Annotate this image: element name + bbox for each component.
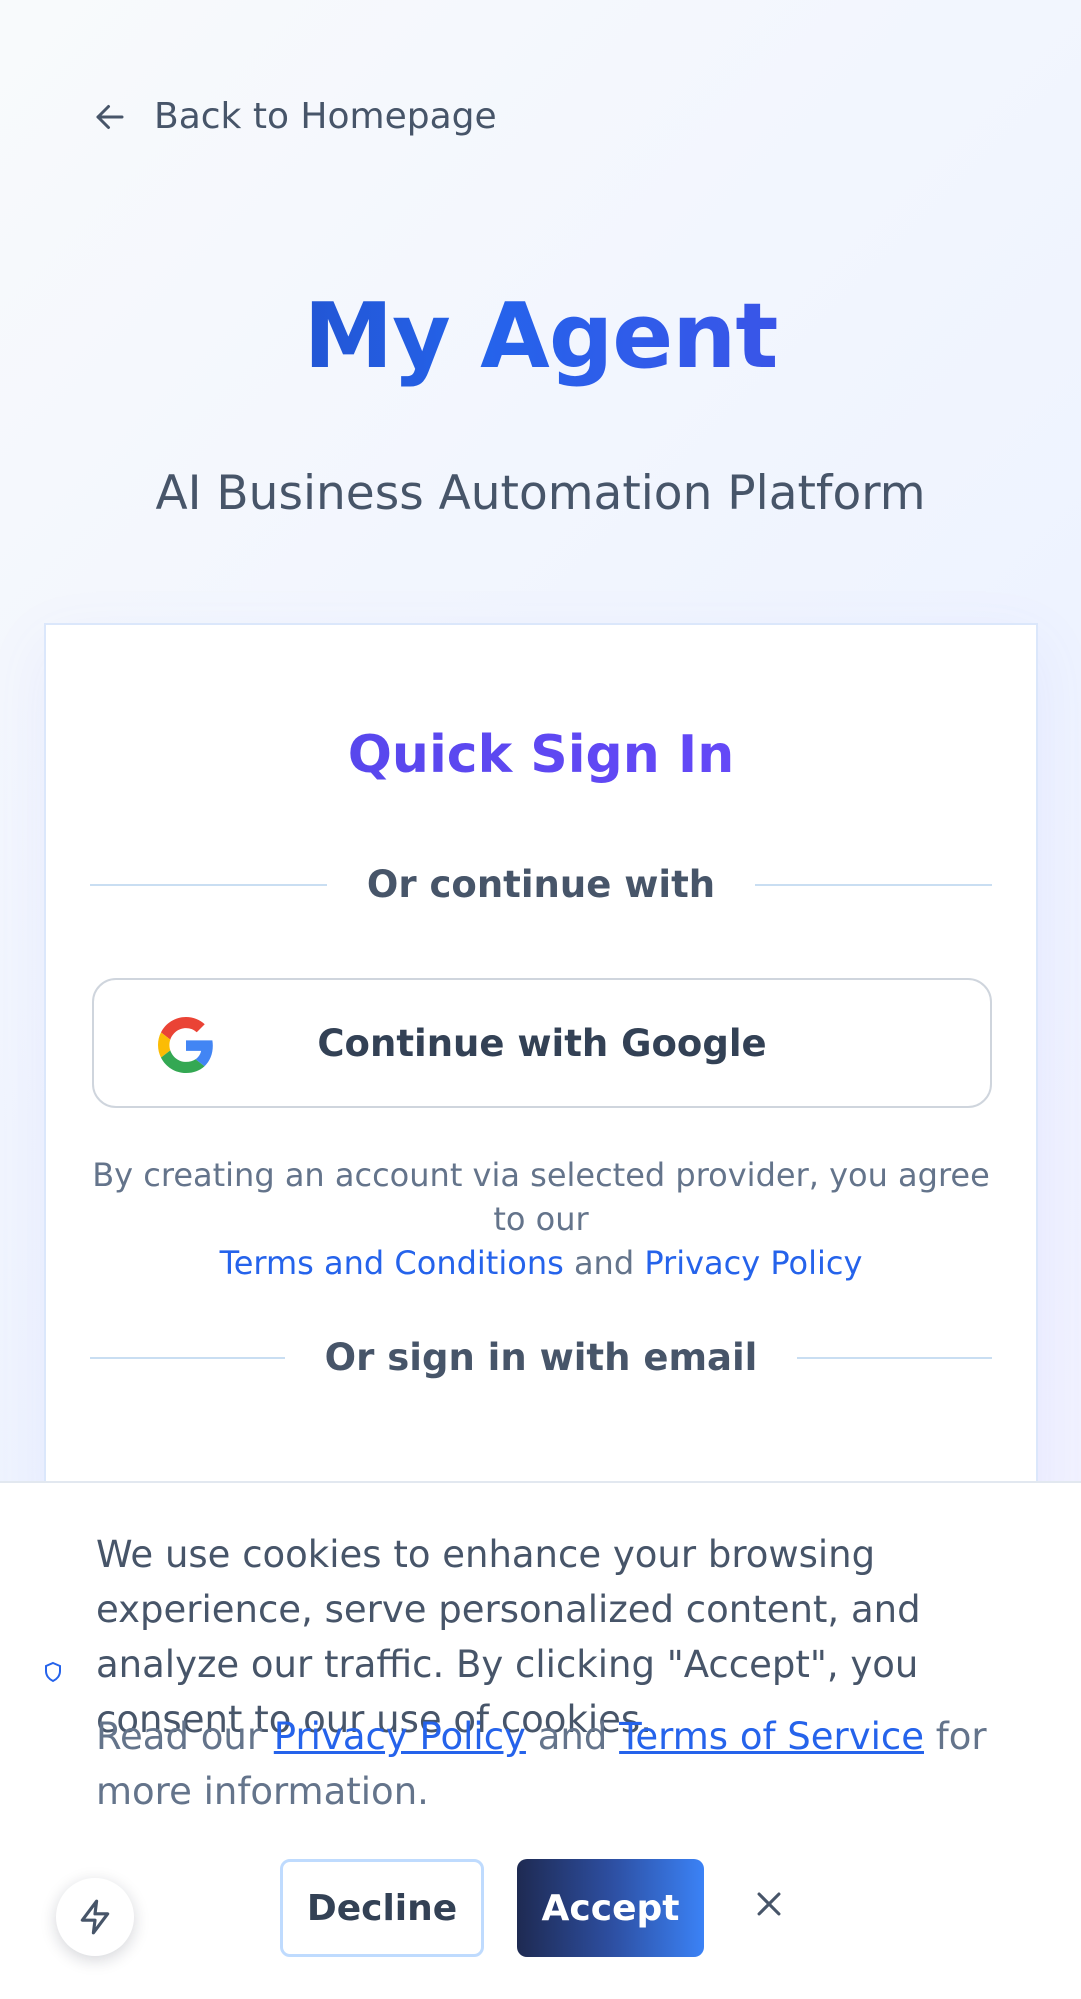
arrow-left-icon xyxy=(96,104,124,129)
brand-tagline: AI Business Automation Platform xyxy=(155,466,926,521)
privacy-policy-link[interactable]: Privacy Policy xyxy=(644,1244,862,1282)
accept-button[interactable]: Accept xyxy=(517,1859,704,1957)
divider-email-label: Or sign in with email xyxy=(324,1336,758,1379)
brand-title: My Agent xyxy=(0,284,1081,389)
close-icon[interactable] xyxy=(752,1887,786,1921)
google-button-label: Continue with Google xyxy=(317,1021,767,1065)
google-logo-icon xyxy=(158,1017,213,1073)
cookie-and: and xyxy=(537,1715,608,1758)
cookie-terms-of-service-link[interactable]: Terms of Service xyxy=(619,1715,924,1758)
divider-social-label: Or continue with xyxy=(366,863,716,906)
terms-and-conditions-link[interactable]: Terms and Conditions xyxy=(220,1244,564,1282)
cookie-privacy-policy-link[interactable]: Privacy Policy xyxy=(274,1715,526,1758)
divider-social: Or continue with xyxy=(90,863,993,906)
divider-line xyxy=(755,883,993,886)
shield-icon xyxy=(45,1661,61,1683)
terms-prefix: By creating an account via selected prov… xyxy=(92,1156,990,1238)
quick-action-button[interactable] xyxy=(56,1878,134,1956)
divider-line xyxy=(90,883,327,886)
back-to-homepage-link[interactable]: Back to Homepage xyxy=(92,96,497,137)
decline-button[interactable]: Decline xyxy=(280,1859,484,1957)
divider-email: Or sign in with email xyxy=(90,1336,992,1379)
terms-and: and xyxy=(573,1244,635,1282)
cookie-read-more: Read our Privacy Policy and Terms of Ser… xyxy=(96,1709,1036,1819)
back-link-label: Back to Homepage xyxy=(154,96,497,137)
terms-notice: By creating an account via selected prov… xyxy=(76,1153,1006,1285)
sign-in-card: Quick Sign In Or continue with Continue … xyxy=(44,623,1038,1523)
cookie-banner: We use cookies to enhance your browsing … xyxy=(0,1481,1081,1999)
lightning-icon xyxy=(80,1899,110,1935)
cookie-read-prefix: Read our xyxy=(96,1715,263,1758)
divider-line xyxy=(90,1356,285,1359)
divider-line xyxy=(797,1356,992,1359)
continue-with-google-button[interactable]: Continue with Google xyxy=(92,978,992,1108)
card-title: Quick Sign In xyxy=(46,725,1036,785)
